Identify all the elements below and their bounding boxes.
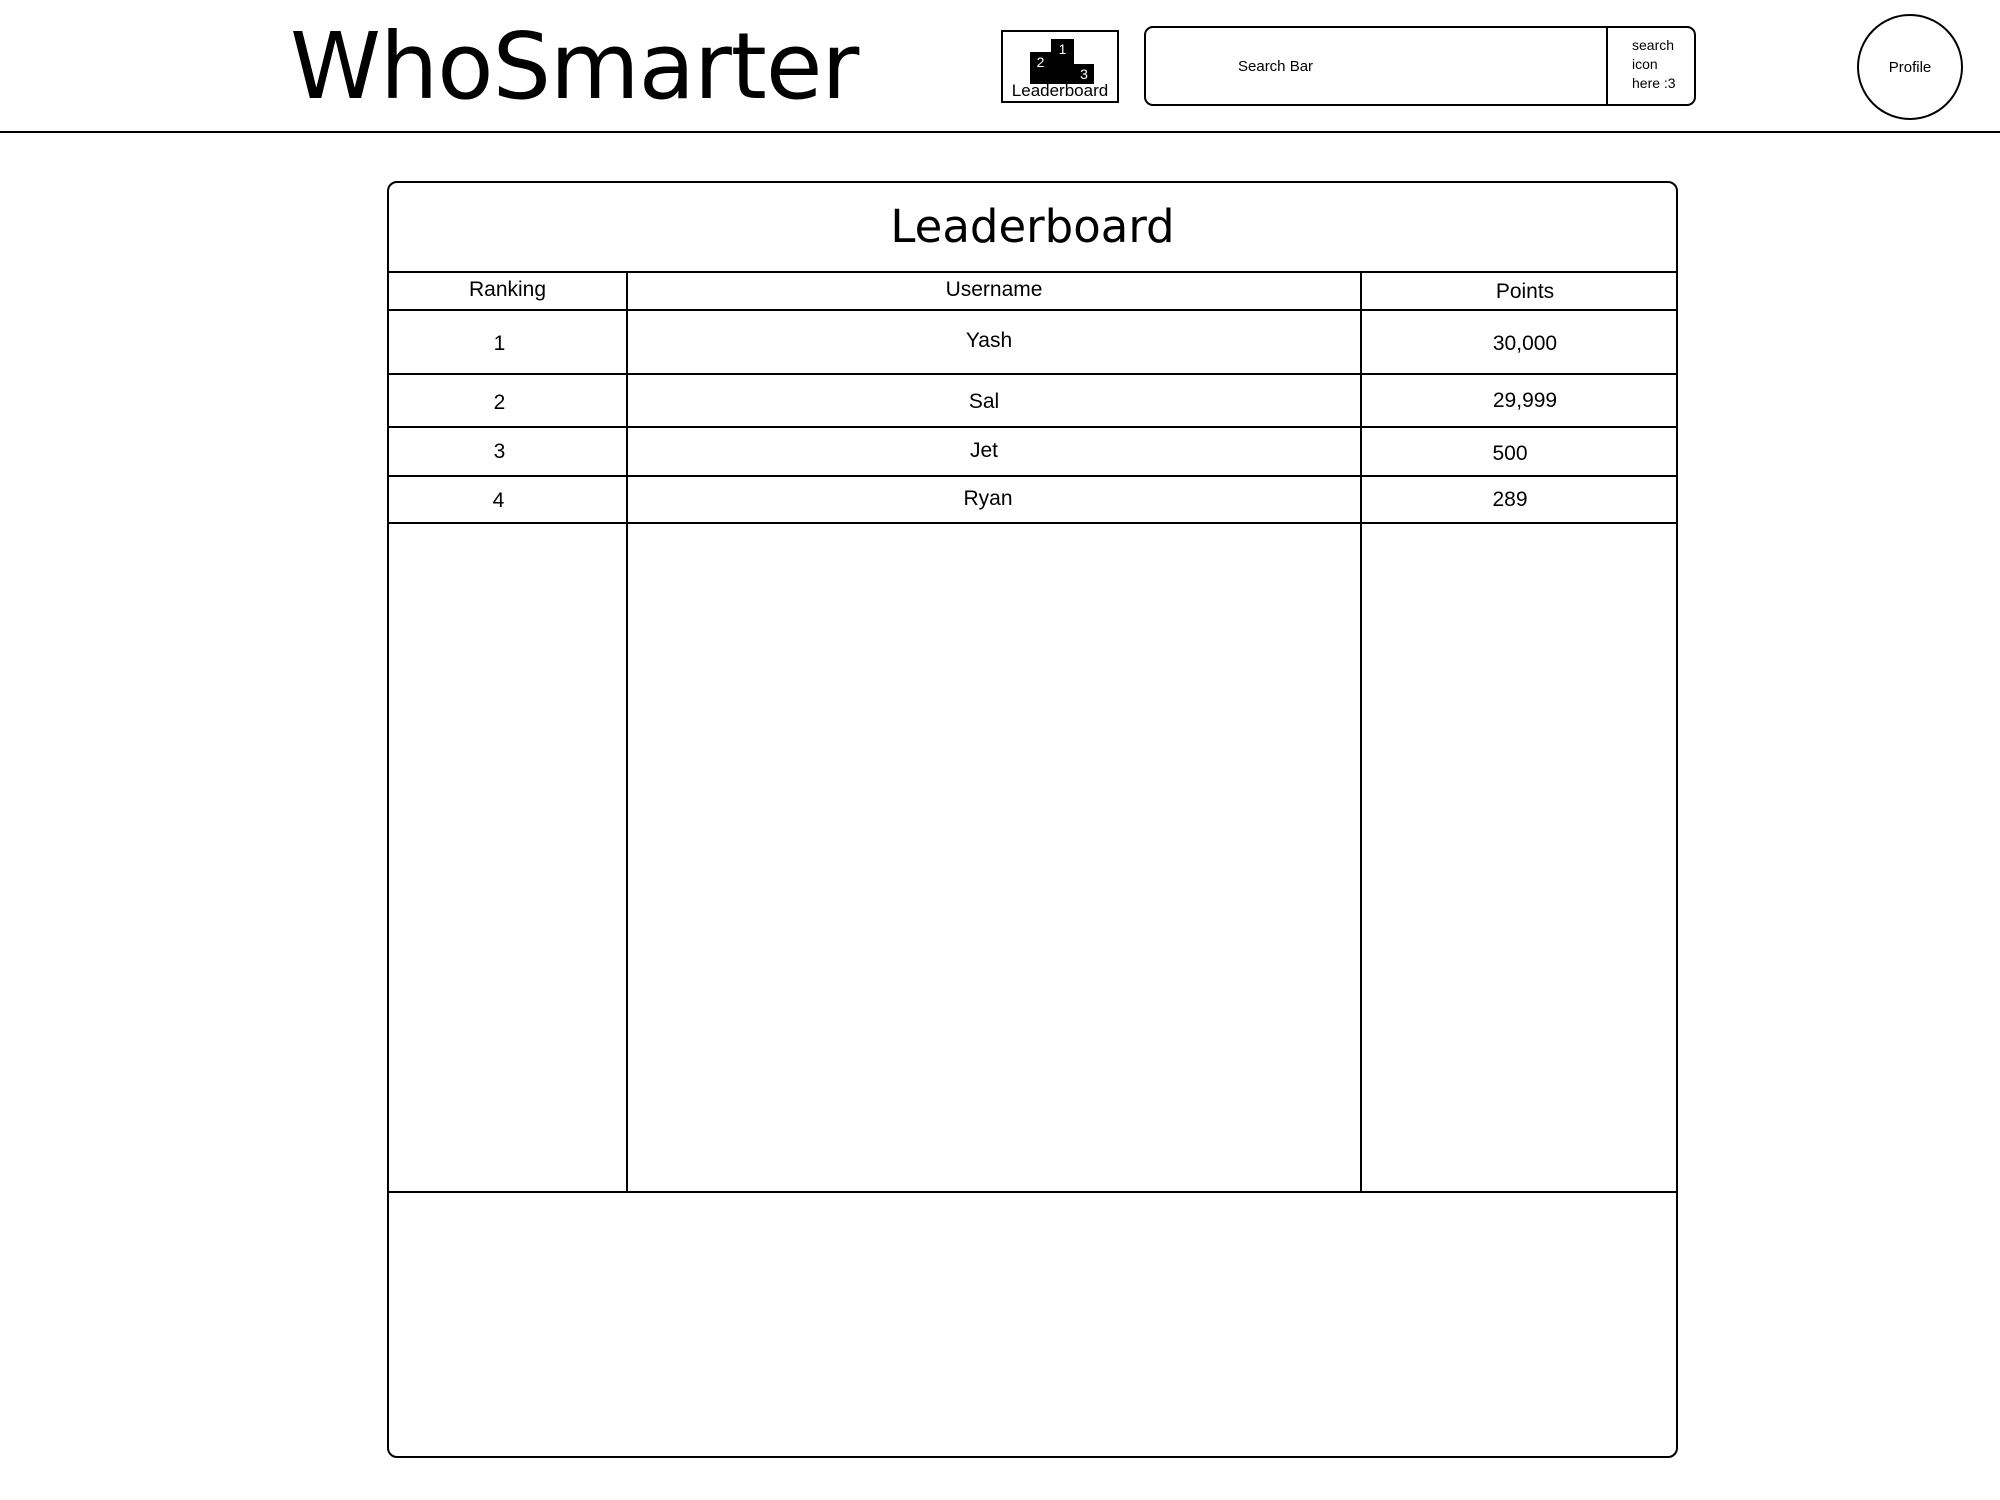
podium-second-icon: 2 <box>1030 52 1051 84</box>
column-header-ranking: Ranking <box>468 278 547 301</box>
username-cell: Jet <box>969 439 998 462</box>
table-divider <box>389 475 1676 477</box>
search-icon[interactable]: search icon here :3 <box>1606 28 1694 104</box>
leaderboard-card: Leaderboard Ranking Username Points 1 Ya… <box>387 181 1678 1458</box>
profile-button[interactable]: Profile <box>1857 14 1963 120</box>
points-cell: 29,999 <box>1492 389 1558 412</box>
username-cell: Ryan <box>963 487 1013 510</box>
leaderboard-nav-button[interactable]: 2 1 3 Leaderboard <box>1001 30 1119 103</box>
points-cell: 289 <box>1492 488 1528 511</box>
profile-label: Profile <box>1888 58 1932 76</box>
column-header-points: Points <box>1495 280 1555 303</box>
table-divider <box>389 309 1676 311</box>
leaderboard-title: Leaderboard <box>890 200 1175 253</box>
search-bar: search icon here :3 <box>1144 26 1696 106</box>
username-cell: Sal <box>968 390 1000 413</box>
rank-cell: 2 <box>493 391 506 414</box>
points-cell: 500 <box>1492 442 1528 465</box>
table-divider <box>389 522 1676 524</box>
points-cell: 30,000 <box>1492 332 1558 355</box>
table-divider <box>389 373 1676 375</box>
header-divider <box>0 131 2000 133</box>
rank-cell: 1 <box>493 332 506 355</box>
table-divider <box>389 426 1676 428</box>
rank-cell: 4 <box>492 489 505 512</box>
search-input[interactable] <box>1146 28 1606 104</box>
column-header-username: Username <box>945 278 1043 301</box>
app-title: WhoSmarter <box>290 13 859 120</box>
podium-first-icon: 1 <box>1051 39 1074 84</box>
rank-cell: 3 <box>493 440 506 463</box>
leaderboard-nav-label: Leaderboard <box>1011 81 1109 100</box>
table-divider <box>389 271 1676 273</box>
username-cell: Yash <box>965 329 1013 352</box>
table-divider <box>389 1191 1676 1193</box>
